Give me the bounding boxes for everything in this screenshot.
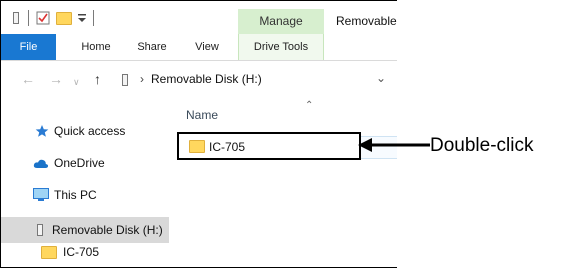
new-folder-icon[interactable] [56,10,72,26]
manage-context-tab[interactable]: Manage [238,9,324,34]
tab-home[interactable]: Home [75,34,117,60]
callout-label: Double-click [430,135,534,156]
folder-icon [189,140,205,153]
customize-toolbar-icon[interactable] [77,10,87,26]
navigation-pane: Quick access OneDrive This PC Removable … [1,98,169,267]
sort-ascending-icon: ⌃ [305,100,314,111]
usb-drive-icon [37,224,43,236]
usb-drive-icon [122,73,128,91]
title-bar: Manage Removable Disk (H:) [1,1,397,34]
address-box[interactable]: › Removable Disk (H:) ⌄ [114,68,397,92]
file-name: IC-705 [209,140,246,154]
tab-drive-tools[interactable]: Drive Tools [238,34,324,60]
usb-drive-icon [13,10,19,26]
breadcrumb-chevron-icon[interactable]: › [140,72,144,86]
sidebar-item-this-pc[interactable]: This PC [1,182,169,208]
list-item[interactable]: IC-705 [177,132,361,160]
sidebar-item-quick-access[interactable]: Quick access [1,118,169,144]
file-explorer-window: Manage Removable Disk (H:) File Home Sha… [0,0,397,268]
sidebar-item-ic-705[interactable]: IC-705 [1,239,169,265]
tab-share[interactable]: Share [131,34,173,60]
sidebar-item-label: OneDrive [54,156,105,170]
back-arrow-icon[interactable]: ← [21,71,35,87]
address-bar-row: ← → ∨ ↑ › Removable Disk (H:) ⌄ [1,61,397,98]
recent-locations-icon[interactable]: ∨ [73,74,80,90]
divider [28,10,29,26]
column-header-name[interactable]: Name [186,108,218,122]
cloud-icon [33,158,49,169]
folder-icon [41,245,57,259]
window-title: Removable Disk (H:) [336,14,397,28]
monitor-icon [33,188,49,202]
tab-view[interactable]: View [186,34,228,60]
star-icon [35,124,49,138]
ribbon-tabs: File Home Share View Drive Tools [1,34,397,61]
sidebar-item-label: This PC [54,188,97,202]
breadcrumb-removable-disk[interactable]: Removable Disk (H:) [151,72,262,86]
sidebar-item-label: IC-705 [63,245,100,259]
up-arrow-icon[interactable]: ↑ [94,71,101,87]
chevron-down-icon[interactable]: ⌄ [376,71,386,85]
sidebar-item-label: Quick access [54,124,126,138]
forward-arrow-icon[interactable]: → [49,71,63,87]
file-list: ⌃ Name IC-705 [169,98,397,267]
tab-file[interactable]: File [1,34,56,60]
sidebar-item-label: Removable Disk (H:) [52,223,163,237]
callout-arrow [356,136,432,159]
properties-icon[interactable] [36,10,50,26]
sidebar-item-onedrive[interactable]: OneDrive [1,150,169,176]
divider [93,10,94,26]
